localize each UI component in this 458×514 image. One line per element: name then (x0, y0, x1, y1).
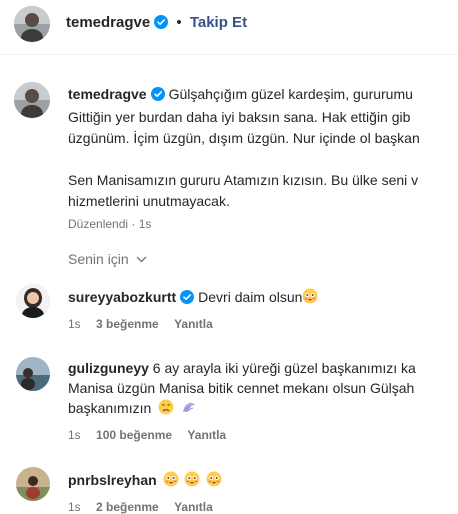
caption-line-6: hizmetlerini unutmayacak. (68, 193, 230, 209)
comment-username[interactable]: pnrbslreyhan (68, 472, 157, 488)
header-avatar-photo (14, 6, 50, 42)
follow-button[interactable]: Takip Et (190, 14, 247, 31)
caption-meta: Düzenlendi · 1s (68, 217, 152, 231)
caption-line-5: Sen Manisamızın gururu Atamızın kızısın.… (68, 172, 419, 188)
comment-avatar[interactable] (16, 467, 50, 501)
header-username[interactable]: temedragve (66, 14, 150, 31)
comment-likes[interactable]: 3 beğenme (96, 317, 159, 331)
header-avatar[interactable] (14, 6, 50, 42)
comment-body: sureyyabozkurtt Devri daim olsun (68, 287, 458, 309)
comment-username[interactable]: gulizguneyy (68, 360, 149, 376)
comment-meta: 1s 100 beğenme Yanıtla (68, 428, 226, 442)
reply-button[interactable]: Yanıtla (174, 317, 213, 331)
comment-avatar[interactable] (16, 284, 50, 318)
comment-likes[interactable]: 100 beğenme (96, 428, 172, 442)
wave-emoji-icon (181, 399, 197, 420)
comment-line: gulizguneyy 6 ay arayla iki yüreği güzel… (68, 358, 458, 378)
comment-username[interactable]: sureyyabozkurtt (68, 289, 176, 305)
comment-text: 6 ay arayla iki yüreği güzel başkanımızı… (152, 360, 416, 376)
comment-line: Manisa üzgün Manisa bitik cennet mekanı … (68, 380, 415, 396)
comment-time[interactable]: 1s (68, 317, 81, 331)
caption-text: Gülşahçığım güzel kardeşim, gururumu (168, 86, 413, 102)
flushed-emoji-icon (206, 471, 222, 492)
comment-body: pnrbslreyhan (68, 470, 458, 492)
caption-avatar[interactable] (14, 82, 50, 118)
comment-time[interactable]: 1s (68, 428, 81, 442)
comment-meta: 1s 2 beğenme Yanıtla (68, 500, 213, 514)
flushed-emoji-icon (184, 471, 200, 492)
caption-line-2: Gittiğin yer burdan daha iyi baksın sana… (68, 109, 411, 125)
comment-avatar-photo (16, 467, 50, 501)
comment-text: başkanımızın (68, 400, 152, 416)
chevron-down-icon (136, 250, 147, 266)
comment-likes[interactable]: 2 beğenme (96, 500, 159, 514)
reply-button[interactable]: Yanıtla (187, 428, 226, 442)
caption-line-3: üzgünüm. İçim üzgün, dışım üzgün. Nur iç… (68, 130, 420, 146)
verified-badge-icon (180, 289, 195, 309)
comment-avatar[interactable] (16, 357, 50, 391)
sort-dropdown[interactable]: Senin için (68, 250, 147, 267)
reply-button[interactable]: Yanıtla (174, 500, 213, 514)
comment-line: başkanımızın (68, 398, 458, 420)
caption-line-blank (68, 149, 458, 170)
caption-body: temedragve Gülşahçığım güzel kardeşim, gu… (68, 84, 458, 232)
comment-body: gulizguneyy 6 ay arayla iki yüreği güzel… (68, 358, 458, 420)
comment-avatar-photo (16, 284, 50, 318)
verified-badge-icon (154, 15, 169, 33)
header-separator: • (176, 14, 182, 31)
verified-badge-icon (150, 86, 165, 107)
comment-time[interactable]: 1s (68, 500, 81, 514)
caption-username[interactable]: temedragve (68, 86, 147, 102)
header-user-row: temedragve • Takip Et (66, 14, 247, 33)
sort-label: Senin için (68, 251, 129, 267)
comment-meta: 1s 3 beğenme Yanıtla (68, 317, 213, 331)
sad-emoji-icon (158, 399, 174, 420)
flushed-emoji-icon (302, 288, 318, 309)
caption-line-1: temedragve Gülşahçığım güzel kardeşim, gu… (68, 84, 458, 107)
comment-text: Devri daim olsun (198, 289, 303, 305)
caption-avatar-photo (14, 82, 50, 118)
header-divider (0, 54, 458, 55)
flushed-emoji-icon (163, 471, 179, 492)
comment-avatar-photo (16, 357, 50, 391)
